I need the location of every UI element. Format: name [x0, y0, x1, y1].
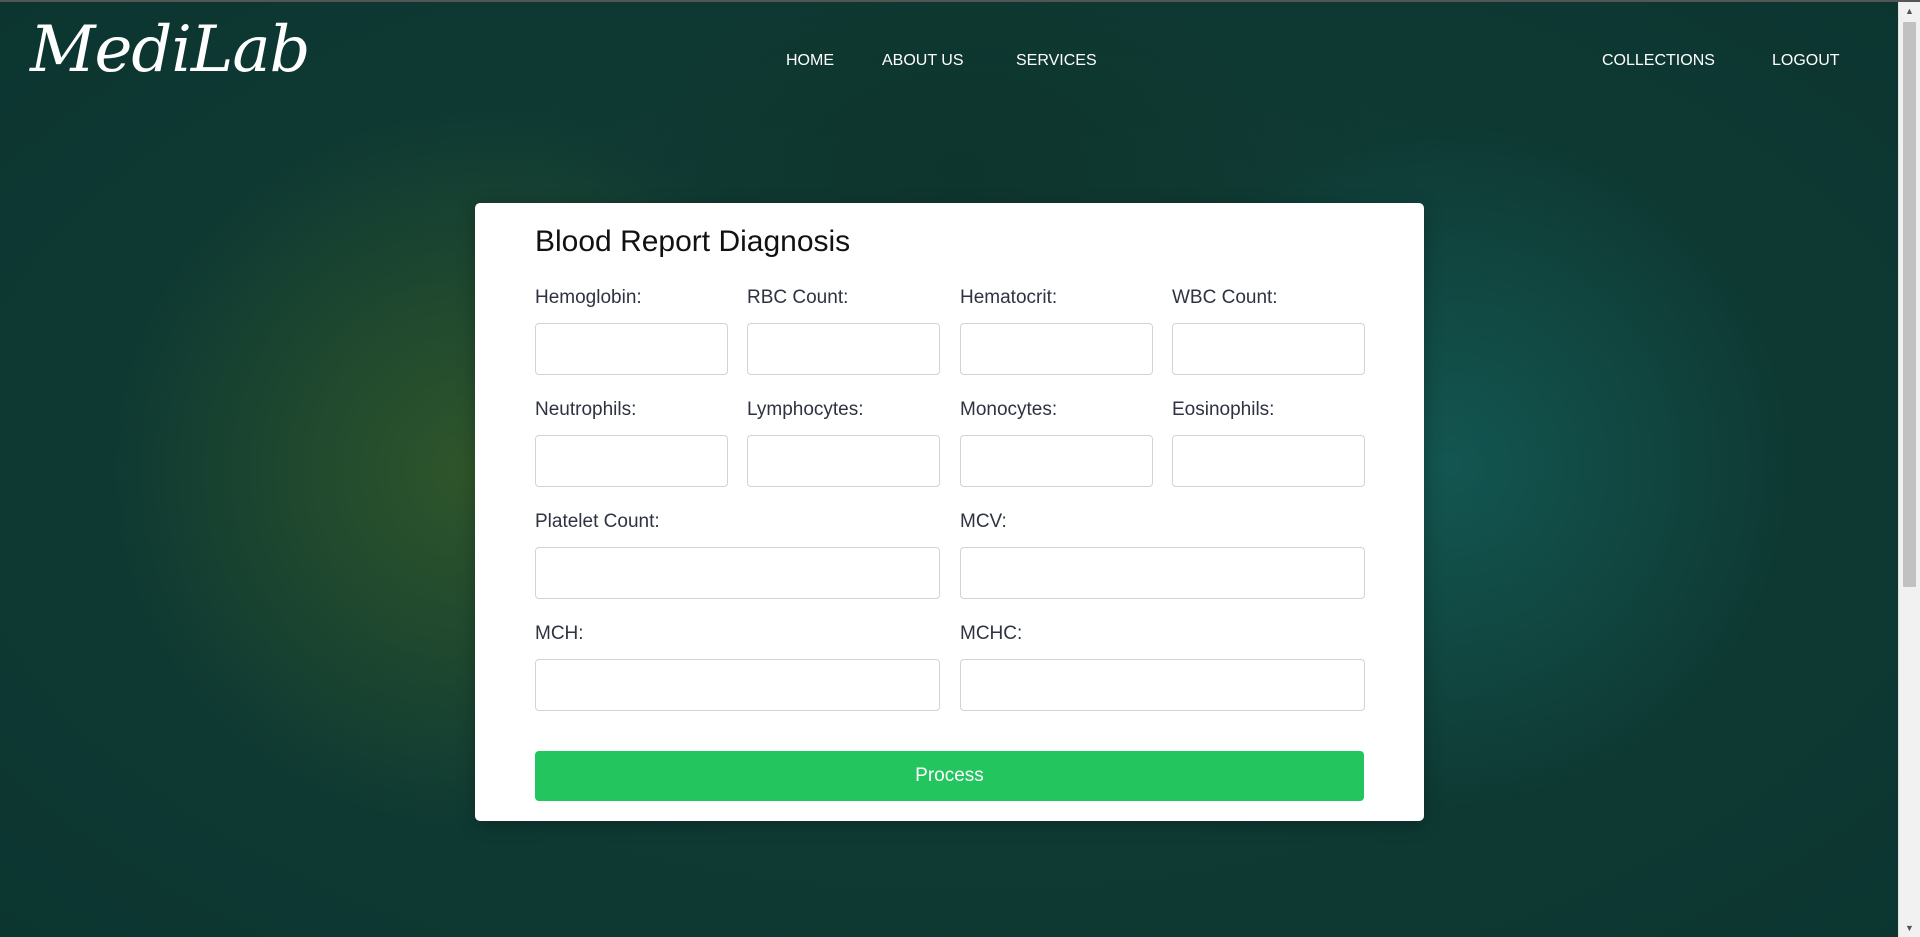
hematocrit-input[interactable] [960, 323, 1153, 375]
mch-label: MCH: [535, 623, 584, 644]
eosinophils-label: Eosinophils: [1172, 399, 1275, 420]
mcv-input[interactable] [960, 547, 1365, 599]
hematocrit-label: Hematocrit: [960, 287, 1058, 308]
scroll-down-arrow-icon[interactable]: ▼ [1899, 919, 1920, 937]
mch-input[interactable] [535, 659, 940, 711]
lymphocytes-input[interactable] [747, 435, 940, 487]
blood-report-card: Blood Report Diagnosis Hemoglobin: RBC C… [475, 203, 1424, 821]
platelet-count-input[interactable] [535, 547, 940, 599]
process-button[interactable]: Process [535, 751, 1364, 801]
hemoglobin-input[interactable] [535, 323, 728, 375]
nav-logout-link[interactable]: LOGOUT [1772, 52, 1840, 70]
logo-text: MediLab [30, 13, 310, 87]
wbc-count-input[interactable] [1172, 323, 1365, 375]
nav-services-link[interactable]: SERVICES [1016, 52, 1097, 70]
lymphocytes-label: Lymphocytes: [747, 399, 864, 420]
hemoglobin-label: Hemoglobin: [535, 287, 642, 308]
wbc-count-label: WBC Count: [1172, 287, 1278, 308]
window-top-border [0, 0, 1920, 2]
rbc-count-label: RBC Count: [747, 287, 849, 308]
scroll-thumb[interactable] [1903, 22, 1916, 587]
mcv-label: MCV: [960, 511, 1007, 532]
eosinophils-input[interactable] [1172, 435, 1365, 487]
medilab-logo[interactable]: MediLab [30, 18, 310, 82]
rbc-count-input[interactable] [747, 323, 940, 375]
monocytes-input[interactable] [960, 435, 1153, 487]
nav-home-link[interactable]: HOME [786, 52, 834, 70]
form-title: Blood Report Diagnosis [535, 225, 851, 258]
page-scrollbar[interactable]: ▲ ▼ [1898, 2, 1920, 937]
scroll-up-arrow-icon[interactable]: ▲ [1899, 2, 1920, 20]
nav-collections-link[interactable]: COLLECTIONS [1602, 52, 1715, 70]
mchc-label: MCHC: [960, 623, 1023, 644]
monocytes-label: Monocytes: [960, 399, 1058, 420]
nav-about-us-link[interactable]: ABOUT US [882, 52, 964, 70]
platelet-count-label: Platelet Count: [535, 511, 660, 532]
neutrophils-input[interactable] [535, 435, 728, 487]
mchc-input[interactable] [960, 659, 1365, 711]
neutrophils-label: Neutrophils: [535, 399, 637, 420]
